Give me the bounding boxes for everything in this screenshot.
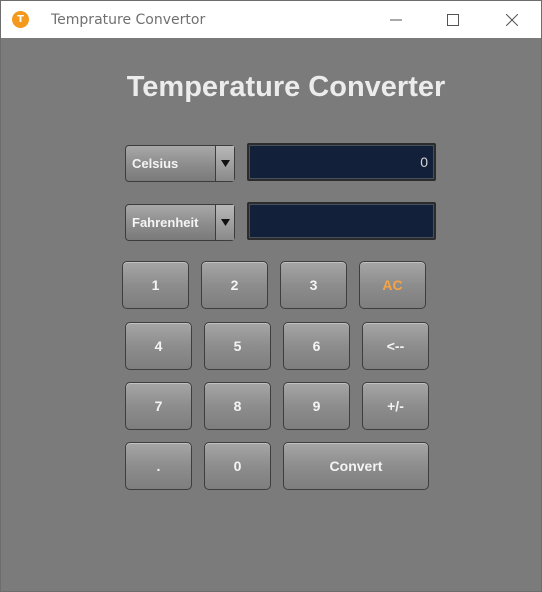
key-2-button[interactable]: 2 <box>201 261 268 309</box>
app-window: T Temprature Convertor Temperature Conve… <box>0 0 542 592</box>
maximize-icon <box>447 13 459 26</box>
to-unit-select[interactable]: Fahrenheit <box>125 204 235 241</box>
key-3-button[interactable]: 3 <box>280 261 347 309</box>
decimal-point-button[interactable]: . <box>125 442 192 490</box>
key-6-button[interactable]: 6 <box>283 322 350 370</box>
sign-toggle-button[interactable]: +/- <box>362 382 429 430</box>
maximize-button[interactable] <box>430 1 476 38</box>
from-unit-select[interactable]: Celsius <box>125 145 235 182</box>
chevron-down-icon[interactable] <box>215 205 234 240</box>
close-icon <box>506 13 518 26</box>
minimize-button[interactable] <box>373 1 419 38</box>
minimize-icon <box>390 19 402 20</box>
key-8-button[interactable]: 8 <box>204 382 271 430</box>
key-1-button[interactable]: 1 <box>122 261 189 309</box>
title-bar[interactable]: T Temprature Convertor <box>1 1 541 38</box>
key-0-button[interactable]: 0 <box>204 442 271 490</box>
chevron-down-icon[interactable] <box>215 146 234 181</box>
input-field[interactable]: 0 <box>247 143 436 181</box>
output-field[interactable] <box>247 202 436 240</box>
from-unit-label: Celsius <box>132 156 179 171</box>
key-9-button[interactable]: 9 <box>283 382 350 430</box>
backspace-button[interactable]: <-- <box>362 322 429 370</box>
key-4-button[interactable]: 4 <box>125 322 192 370</box>
key-5-button[interactable]: 5 <box>204 322 271 370</box>
clear-button[interactable]: AC <box>359 261 426 309</box>
convert-button[interactable]: Convert <box>283 442 429 490</box>
app-logo-icon: T <box>12 11 29 28</box>
converter-panel: Temperature Converter Celsius 0 Fahrenhe… <box>1 38 541 591</box>
key-7-button[interactable]: 7 <box>125 382 192 430</box>
to-unit-label: Fahrenheit <box>132 215 199 230</box>
page-title: Temperature Converter <box>126 71 446 103</box>
window-title: Temprature Convertor <box>51 12 206 28</box>
close-button[interactable] <box>489 1 535 38</box>
